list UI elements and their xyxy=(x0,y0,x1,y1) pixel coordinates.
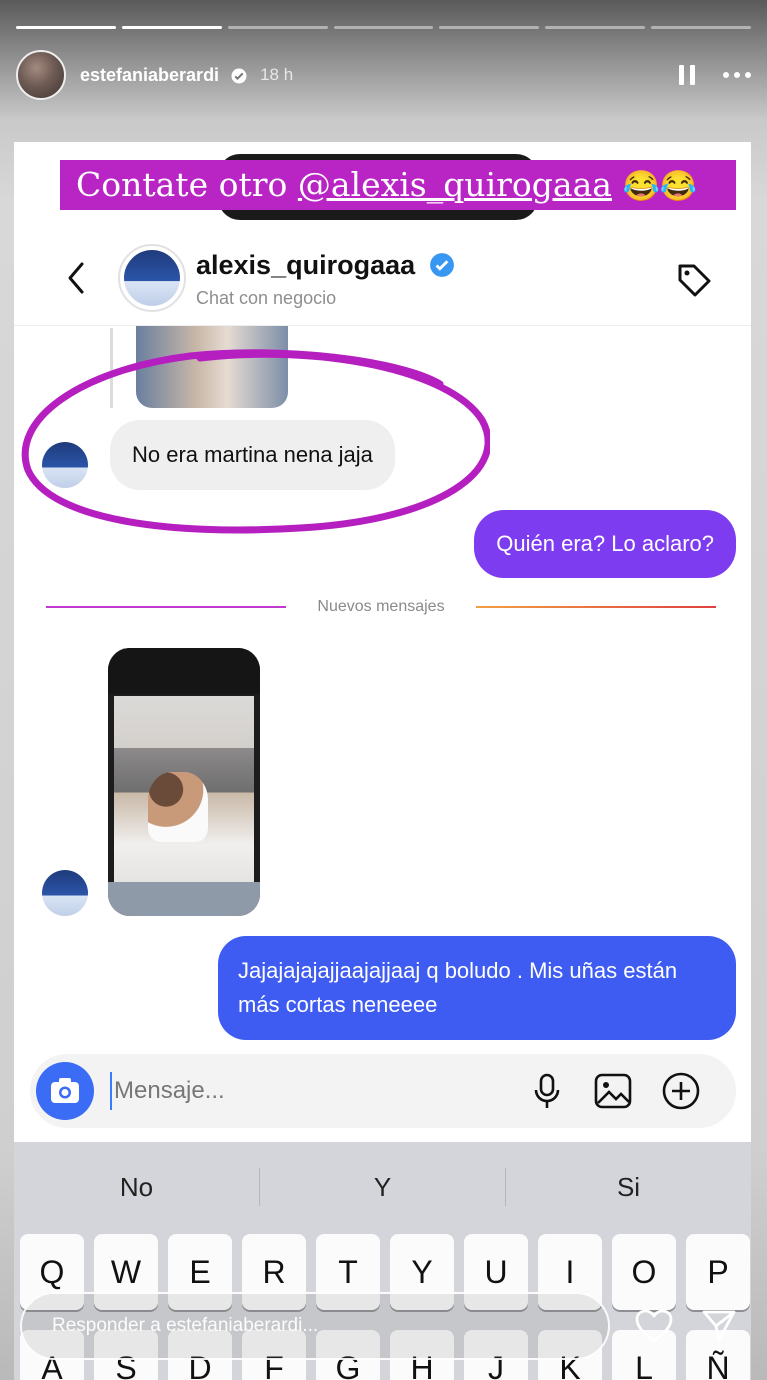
message-input[interactable]: Mensaje... xyxy=(110,1072,470,1110)
story-avatar[interactable] xyxy=(16,50,66,100)
story-username-text: estefaniaberardi xyxy=(80,64,220,85)
story-time: 18 h xyxy=(260,65,294,84)
caption-text: Contate otro xyxy=(76,165,298,204)
chat-avatar[interactable] xyxy=(118,244,186,312)
divider-label: Nuevos mensajes xyxy=(317,598,445,615)
suggestion-item[interactable]: Si xyxy=(506,1150,751,1224)
story-username[interactable]: estefaniaberardi xyxy=(80,65,248,86)
outgoing-message[interactable]: Quién era? Lo aclaro? xyxy=(474,510,736,578)
progress-segment xyxy=(545,26,646,29)
send-icon[interactable] xyxy=(700,1306,738,1344)
replied-media-thumbnail[interactable] xyxy=(136,326,288,408)
pause-icon[interactable] xyxy=(679,65,695,85)
gallery-icon[interactable] xyxy=(592,1070,634,1112)
progress-segment xyxy=(16,26,116,29)
shared-story-preview[interactable] xyxy=(108,648,260,916)
tag-icon[interactable] xyxy=(674,260,714,300)
progress-segment xyxy=(227,26,328,29)
chat-name-text: alexis_quirogaaa xyxy=(196,250,416,280)
laughing-emoji: 😂😂 xyxy=(622,169,698,204)
story-caption: Contate otro @alexis_quirogaaa 😂😂 xyxy=(60,160,736,210)
suggestion-item[interactable]: No xyxy=(14,1150,259,1224)
camera-icon xyxy=(51,1078,79,1103)
progress-segment xyxy=(651,26,752,29)
caption-mention[interactable]: @alexis_quirogaaa xyxy=(298,165,612,204)
new-messages-divider: Nuevos mensajes xyxy=(46,594,716,620)
incoming-message[interactable]: No era martina nena jaja xyxy=(110,420,395,490)
add-icon[interactable] xyxy=(660,1070,702,1112)
reply-indicator xyxy=(110,328,113,408)
more-options-icon[interactable] xyxy=(723,72,751,78)
key[interactable]: O xyxy=(612,1234,676,1310)
progress-segment xyxy=(439,26,540,29)
outgoing-message[interactable]: Jajajajajajjaajajjaaj q boludo . Mis uña… xyxy=(218,936,736,1040)
key[interactable]: P xyxy=(686,1234,750,1310)
story-progress xyxy=(16,26,752,30)
heart-icon[interactable] xyxy=(634,1308,674,1344)
chat-contact-name[interactable]: alexis_quirogaaa xyxy=(196,250,455,281)
keyboard-suggestions: No Y Si xyxy=(14,1150,751,1224)
story-reply-input[interactable]: Responder a estefaniaberardi... xyxy=(20,1292,610,1360)
sender-avatar[interactable] xyxy=(42,870,88,916)
progress-segment xyxy=(333,26,434,29)
message-composer: Mensaje... xyxy=(30,1054,736,1128)
story-header: estefaniaberardi 18 h xyxy=(16,48,751,102)
back-arrow-icon[interactable] xyxy=(64,260,88,296)
chat-subtitle: Chat con negocio xyxy=(196,288,337,308)
verified-icon xyxy=(231,68,247,84)
camera-button[interactable] xyxy=(36,1062,94,1120)
sender-avatar[interactable] xyxy=(42,442,88,488)
chat-header: alexis_quirogaaa Chat con negocio xyxy=(14,220,751,326)
microphone-icon[interactable] xyxy=(526,1070,568,1112)
progress-segment xyxy=(121,26,222,29)
verified-badge-icon xyxy=(429,253,454,277)
suggestion-item[interactable]: Y xyxy=(260,1150,505,1224)
